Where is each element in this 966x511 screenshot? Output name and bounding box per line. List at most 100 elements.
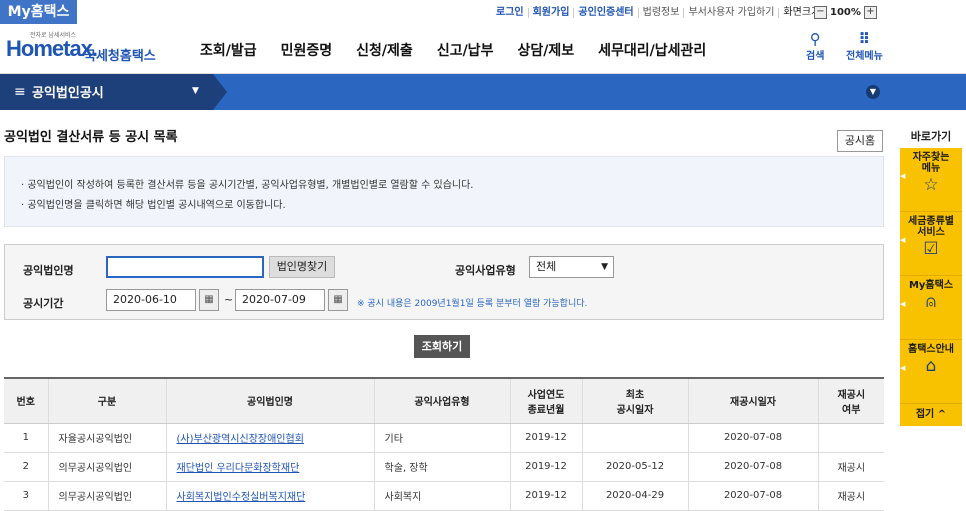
zoom-in-button[interactable]: + bbox=[863, 5, 877, 19]
notch-icon: ◀ bbox=[900, 172, 906, 180]
table-cell: 2020-07-08 bbox=[687, 452, 818, 482]
table-cell: 1 bbox=[4, 423, 48, 453]
table-cell: 2 bbox=[4, 452, 48, 482]
table-cell: 사회복지 bbox=[373, 481, 510, 511]
quick-link-item[interactable]: 세금종류별 서비스 ☑ ◀ bbox=[900, 212, 962, 276]
checkbox-icon: ☑ bbox=[923, 239, 939, 259]
biz-type-label: 공익사업유형 bbox=[455, 264, 516, 277]
column-header: 구분 bbox=[47, 377, 166, 424]
table-cell: 기타 bbox=[373, 423, 510, 453]
gnb-item[interactable]: 상담/제보 bbox=[517, 40, 574, 60]
calendar-icon[interactable]: ▦ bbox=[328, 289, 348, 311]
table-row: 3 의무공시공익법인 사회복지법인수정실버복지재단 사회복지 2019-12 2020-0… bbox=[4, 481, 884, 511]
period-note: ※ 공시 내용은 2009년1월1일 등록 분부터 열람 가능합니다. bbox=[357, 299, 588, 309]
quick-link-label: 홈택스안내 bbox=[908, 344, 954, 355]
top-link[interactable]: 공인인증센터 bbox=[574, 8, 639, 18]
person-icon: ⍝ bbox=[925, 292, 937, 312]
notch-icon: ◀ bbox=[900, 300, 906, 308]
quick-link-label: 자주찾는 메뉴 bbox=[912, 152, 950, 174]
disclosure-home-button[interactable]: 공시홈 bbox=[837, 130, 883, 152]
star-icon: ☆ bbox=[923, 175, 939, 195]
all-menu-label: 전체메뉴 bbox=[846, 51, 883, 62]
table-cell: 2020-05-12 bbox=[581, 452, 688, 482]
table-cell: 자율공시공익법인 bbox=[47, 423, 166, 453]
table-cell: 2020-07-08 bbox=[687, 423, 818, 453]
table-cell: 3 bbox=[4, 481, 48, 511]
caret-down-icon[interactable]: ▼ bbox=[192, 86, 199, 96]
search-label: 검색 bbox=[806, 51, 825, 62]
table-body: 1 자율공시공익법인 (사)부산광역시신장장애인협회 기타 2019-12 2020-07… bbox=[4, 423, 884, 511]
table-cell: 재공시 bbox=[817, 481, 884, 511]
date-to-input[interactable]: 2020-07-09 bbox=[235, 289, 325, 311]
gnb-item[interactable]: 민원증명 bbox=[281, 40, 333, 60]
corp-name-input[interactable] bbox=[106, 256, 264, 278]
hometax-logo[interactable]: 전자로 납세서비스 Hometax. 국세청홈택스 bbox=[6, 32, 166, 66]
table-cell: 의무공시공익법인 bbox=[47, 452, 166, 482]
top-link[interactable]: 법령정보 bbox=[639, 8, 685, 18]
quick-links-title: 바로가기 bbox=[910, 130, 952, 143]
results-table: 번호 구분 공익법인명 공익사업유형 사업연도 종료년월 최초 공시일자 재공시일자 재공시 … bbox=[4, 377, 884, 511]
top-link[interactable]: 부서사용자 가입하기 bbox=[684, 8, 780, 18]
quick-link-label: 세금종류별 서비스 bbox=[908, 216, 954, 238]
table-cell: 2019-12 bbox=[509, 481, 582, 511]
table-header-row: 번호 구분 공익법인명 공익사업유형 사업연도 종료년월 최초 공시일자 재공시일자 재공시 … bbox=[4, 377, 884, 424]
header: 전자로 납세서비스 Hometax. 국세청홈택스 조회/발급 민원증명 신청/제출… bbox=[0, 24, 966, 74]
zoom-out-button[interactable]: − bbox=[814, 5, 827, 19]
notch-icon: ◀ bbox=[900, 236, 906, 244]
table-cell: 2020-07-08 bbox=[687, 481, 818, 511]
notice-box: · 공익법인이 작성하여 등록한 결산서류 등을 공시기간별, 공익사업유형별,… bbox=[4, 156, 884, 227]
search-button[interactable]: ⚲ 검색 bbox=[806, 31, 824, 62]
notice-line-2: · 공익법인명을 클릭하면 해당 법인별 공시내역으로 이동합니다. bbox=[21, 200, 286, 211]
biz-type-value: 전체 bbox=[536, 260, 557, 273]
fold-button[interactable]: 접기 ^ bbox=[900, 404, 962, 426]
period-label: 공시기간 bbox=[23, 297, 64, 310]
my-hometax-tab[interactable]: My홈택스 bbox=[0, 0, 77, 24]
table-cell: 의무공시공익법인 bbox=[47, 481, 166, 511]
column-header: 공익법인명 bbox=[165, 377, 374, 424]
notice-line-1: · 공익법인이 작성하여 등록한 결산서류 등을 공시기간별, 공익사업유형별,… bbox=[21, 180, 474, 191]
corp-name-label: 공익법인명 bbox=[23, 264, 74, 277]
gnb-item[interactable]: 조회/발급 bbox=[200, 40, 257, 60]
quick-link-item[interactable]: 홈택스안내 ⌂ ◀ bbox=[900, 340, 962, 404]
biz-type-select[interactable]: 전체 ▼ bbox=[529, 256, 614, 278]
search-icon: ⚲ bbox=[809, 30, 821, 48]
search-submit-button[interactable]: 조회하기 bbox=[414, 335, 470, 358]
page-title: 공익법인 결산서류 등 공시 목록 bbox=[4, 130, 178, 145]
notch-icon: ◀ bbox=[900, 364, 906, 372]
table-row: 1 자율공시공익법인 (사)부산광역시신장장애인협회 기타 2019-12 2020-07… bbox=[4, 423, 884, 453]
gnb-item[interactable]: 신청/제출 bbox=[356, 40, 413, 60]
all-menu-button[interactable]: ⠿ 전체메뉴 bbox=[846, 31, 883, 62]
grid-icon: ⠿ bbox=[858, 30, 871, 48]
corp-name-link[interactable]: 사회복지법인수정실버복지재단 bbox=[165, 481, 374, 511]
quick-link-item[interactable]: My홈택스 ⍝ ◀ bbox=[900, 276, 962, 340]
chevron-down-icon[interactable]: ▼ bbox=[866, 85, 880, 99]
corp-name-link[interactable]: 재단법인 우리다문화장학재단 bbox=[165, 452, 374, 482]
column-header: 재공시 여부 bbox=[817, 377, 884, 424]
current-menu-title[interactable]: 공익법인공시 bbox=[32, 82, 104, 101]
table-cell bbox=[817, 423, 884, 453]
table-row: 2 의무공시공익법인 재단법인 우리다문화장학재단 학술, 장학 2019-12 2020… bbox=[4, 452, 884, 482]
table-cell bbox=[581, 423, 688, 453]
quick-link-label: My홈택스 bbox=[908, 280, 954, 291]
top-link[interactable]: 로그인 bbox=[492, 8, 529, 18]
column-header: 재공시일자 bbox=[687, 377, 818, 424]
top-links: 로그인 회원가입 공인인증센터 법령정보 부서사용자 가입하기 화면크기 bbox=[492, 6, 824, 20]
gnb-item[interactable]: 세무대리/납세관리 bbox=[598, 40, 706, 60]
find-corp-button[interactable]: 법인명찾기 bbox=[269, 256, 335, 278]
top-bar: My홈택스 로그인 회원가입 공인인증센터 법령정보 부서사용자 가입하기 화면크기 − … bbox=[0, 0, 966, 24]
caret-down-icon: ▼ bbox=[601, 262, 608, 272]
top-link[interactable]: 회원가입 bbox=[529, 8, 575, 18]
quick-links: 바로가기 자주찾는 메뉴 ☆ ◀ 세금종류별 서비스 ☑ ◀ My홈택스 ⍝ ◀ 홈택스안내 ⌂ ◀ … bbox=[900, 126, 962, 426]
calendar-icon[interactable]: ▦ bbox=[199, 289, 219, 311]
house-icon: ⌂ bbox=[925, 356, 937, 376]
gnb-item[interactable]: 신고/납부 bbox=[437, 40, 494, 60]
date-from-input[interactable]: 2020-06-10 bbox=[106, 289, 196, 311]
corp-name-link[interactable]: (사)부산광역시신장장애인협회 bbox=[165, 423, 374, 453]
hamburger-icon[interactable]: ≡ bbox=[14, 84, 26, 100]
quick-link-item[interactable]: 자주찾는 메뉴 ☆ ◀ bbox=[900, 148, 962, 212]
table-cell: 학술, 장학 bbox=[373, 452, 510, 482]
global-nav: 조회/발급 민원증명 신청/제출 신고/납부 상담/제보 세무대리/납세관리 bbox=[200, 40, 730, 60]
search-form: 공익법인명 법인명찾기 공익사업유형 전체 ▼ 공시기간 2020-06-10 … bbox=[4, 244, 884, 320]
zoom-value: 100% bbox=[830, 6, 861, 18]
column-header: 최초 공시일자 bbox=[581, 377, 688, 424]
